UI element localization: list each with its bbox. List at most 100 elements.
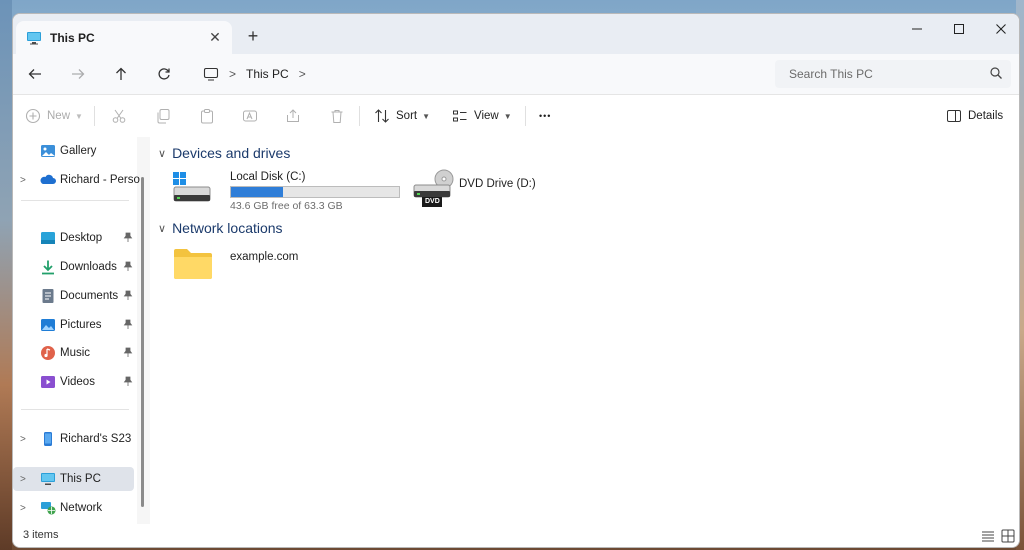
new-button[interactable]: New ▼ [25, 104, 83, 128]
chevron-right-icon[interactable]: > [20, 434, 26, 445]
pin-icon[interactable] [123, 347, 133, 357]
pin-icon[interactable] [123, 376, 133, 386]
pin-icon[interactable] [123, 319, 133, 329]
sidebar-item-gallery[interactable]: Gallery [16, 139, 134, 163]
sidebar-item-this-pc[interactable]: > This PC [13, 467, 134, 491]
sidebar-item-label: Richard's S23 [60, 433, 132, 445]
sidebar-divider [21, 200, 129, 201]
sidebar-item-label: Gallery [60, 145, 97, 157]
drive-usage-bar [230, 186, 400, 198]
address-bar: > This PC > Search This PC [13, 54, 1019, 94]
breadcrumb-this-pc[interactable]: This PC [246, 67, 289, 81]
command-bar: New ▼ Sort ▼ View ▼ ••• Details [13, 94, 1019, 138]
group-title: Network locations [172, 220, 283, 236]
cut-button[interactable] [111, 104, 127, 128]
arrow-right-icon [72, 69, 85, 79]
music-icon [41, 346, 55, 360]
monitor-icon [203, 67, 219, 81]
drive-local-disk-c[interactable]: Local Disk (C:) 43.6 GB free of 63.3 GB [172, 167, 402, 212]
delete-button[interactable] [329, 104, 345, 128]
sidebar-divider [21, 409, 129, 410]
view-icon [453, 110, 467, 122]
group-header-network[interactable]: ∨ Network locations [158, 220, 283, 236]
maximize-button[interactable] [938, 14, 980, 44]
divider [94, 106, 95, 126]
onedrive-icon [40, 174, 56, 184]
back-button[interactable] [22, 62, 48, 86]
sidebar-item-onedrive[interactable]: > Richard - Personal [16, 168, 140, 192]
sidebar-item-phone[interactable]: > Richard's S23 [16, 427, 134, 451]
search-box[interactable]: Search This PC [775, 60, 1011, 88]
refresh-button[interactable] [151, 62, 177, 86]
arrow-up-icon [116, 67, 126, 80]
drive-dvd-d[interactable]: DVD DVD Drive (D:) [408, 167, 608, 211]
share-icon [287, 109, 299, 122]
group-header-devices[interactable]: ∨ Devices and drives [158, 145, 290, 161]
trash-icon [331, 110, 343, 123]
content-area: ∨ Devices and drives Local Disk (C:) 43.… [150, 137, 1019, 524]
tab-title: This PC [50, 30, 95, 45]
sidebar-item-documents[interactable]: Documents [16, 284, 134, 308]
drive-free-space: 43.6 GB free of 63.3 GB [230, 200, 343, 212]
navigation-pane: Gallery > Richard - Personal Desktop Dow… [13, 137, 150, 524]
sidebar-item-music[interactable]: Music [16, 341, 134, 365]
sidebar-scrollbar[interactable] [141, 177, 144, 507]
scissors-icon [112, 109, 126, 123]
details-view-icon[interactable] [981, 529, 995, 543]
close-window-button[interactable] [980, 14, 1019, 44]
details-button[interactable]: Details [946, 104, 1003, 128]
maximize-icon [954, 24, 964, 34]
sidebar-item-pictures[interactable]: Pictures [16, 313, 134, 337]
divider [525, 106, 526, 126]
more-options-button[interactable]: ••• [539, 104, 551, 128]
gallery-icon [41, 145, 55, 157]
chevron-right-icon[interactable]: > [20, 175, 26, 186]
chevron-down-icon[interactable]: ∨ [158, 222, 166, 235]
sidebar-item-videos[interactable]: Videos [16, 370, 134, 394]
network-location-item[interactable]: example.com [172, 243, 372, 287]
new-label: New [47, 110, 71, 122]
close-tab-icon[interactable]: ✕ [206, 28, 224, 46]
drive-name: DVD Drive (D:) [459, 178, 536, 190]
tiles-view-icon[interactable] [1001, 529, 1015, 543]
network-location-name: example.com [230, 251, 299, 263]
up-button[interactable] [108, 62, 134, 86]
desktop-background-left [0, 0, 12, 550]
rename-button[interactable] [242, 104, 258, 128]
divider [359, 106, 360, 126]
videos-icon [41, 376, 55, 388]
chevron-right-icon[interactable]: > [299, 67, 306, 81]
pc-icon [27, 31, 41, 44]
chevron-right-icon[interactable]: > [20, 474, 26, 485]
rename-icon [243, 110, 257, 122]
sidebar-item-desktop[interactable]: Desktop [16, 226, 134, 250]
view-button[interactable]: View ▼ [452, 104, 512, 128]
pin-icon[interactable] [123, 290, 133, 300]
breadcrumb[interactable]: > This PC > [195, 60, 765, 88]
forward-button[interactable] [65, 62, 91, 86]
drive-usage-fill [231, 187, 284, 197]
tab-this-pc[interactable]: This PC ✕ [16, 21, 232, 54]
search-input[interactable]: Search This PC [789, 67, 873, 81]
search-icon [990, 67, 1002, 79]
drive-name: Local Disk (C:) [230, 171, 306, 183]
chevron-down-icon[interactable]: ∨ [158, 147, 166, 160]
pc-icon [41, 473, 55, 485]
hard-drive-icon [173, 172, 211, 202]
chevron-down-icon: ▼ [503, 111, 512, 121]
pin-icon[interactable] [123, 232, 133, 242]
sort-button[interactable]: Sort ▼ [374, 104, 430, 128]
chevron-right-icon[interactable]: > [229, 67, 236, 81]
copy-button[interactable] [155, 104, 171, 128]
sidebar-item-network[interactable]: > Network [16, 496, 134, 520]
new-tab-button[interactable]: + [243, 26, 263, 46]
paste-button[interactable] [199, 104, 215, 128]
sidebar-item-label: This PC [60, 473, 101, 485]
share-button[interactable] [285, 104, 301, 128]
minimize-button[interactable] [896, 14, 938, 44]
sidebar-item-downloads[interactable]: Downloads [16, 255, 134, 279]
chevron-right-icon[interactable]: > [20, 503, 26, 514]
network-icon [41, 502, 56, 515]
view-label: View [474, 110, 499, 122]
pin-icon[interactable] [123, 261, 133, 271]
